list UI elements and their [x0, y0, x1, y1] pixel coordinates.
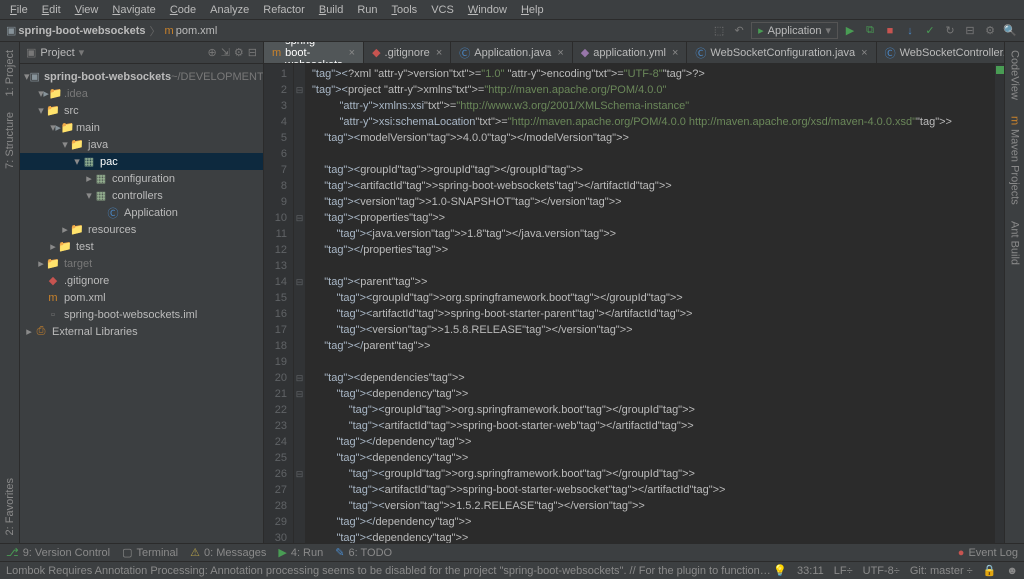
history-icon[interactable]: ↻ — [942, 23, 958, 39]
project-structure-icon[interactable]: ⬚ — [711, 23, 727, 39]
menubar: FileEditViewNavigateCodeAnalyzeRefactorB… — [0, 0, 1024, 20]
target-icon[interactable]: ⊕ — [207, 46, 216, 59]
close-icon[interactable]: × — [557, 47, 563, 59]
hector-icon[interactable]: ☻ — [1006, 565, 1018, 577]
run-icon[interactable]: ▶ — [842, 23, 858, 39]
tree-item-main[interactable]: ▾▸📁main — [20, 119, 263, 136]
close-icon[interactable]: × — [436, 47, 442, 59]
menu-refactor[interactable]: Refactor — [257, 2, 311, 18]
breadcrumb-project: spring-boot-websockets — [18, 25, 145, 37]
close-icon[interactable]: × — [861, 47, 867, 59]
breadcrumb-file: pom.xml — [176, 25, 218, 37]
collapse-icon[interactable]: ⇲ — [221, 46, 230, 59]
tree-item-controllers[interactable]: ▾▦controllers — [20, 187, 263, 204]
tab-.gitignore[interactable]: ◆.gitignore× — [364, 42, 451, 63]
tree-item-spring-boot-websockets.iml[interactable]: ▫spring-boot-websockets.iml — [20, 306, 263, 323]
hide-icon[interactable]: ⊟ — [248, 46, 257, 59]
tree-item-pom.xml[interactable]: mpom.xml — [20, 289, 263, 306]
tab-spring-boot-websockets[interactable]: mspring-boot-websockets× — [264, 42, 364, 63]
tree-item-java[interactable]: ▾📁java — [20, 136, 263, 153]
tw-todo[interactable]: ✎6: TODO — [335, 546, 392, 559]
right-gutter: CodeView mMaven Projects Ant Build — [1004, 42, 1024, 543]
lock-icon[interactable]: 🔒 — [983, 564, 997, 577]
tw-terminal[interactable]: ▢Terminal — [122, 546, 178, 559]
tool-favorites[interactable]: 2: Favorites — [4, 474, 16, 539]
tree-external-libs[interactable]: ▸⎙External Libraries — [20, 323, 263, 340]
menu-run[interactable]: Run — [351, 2, 383, 18]
tree-item-resources[interactable]: ▸📁resources — [20, 221, 263, 238]
tab-Application.java[interactable]: ⒸApplication.java× — [451, 42, 573, 63]
menu-edit[interactable]: Edit — [36, 2, 67, 18]
vcs-commit-icon[interactable]: ✓ — [922, 23, 938, 39]
tab-application.yml[interactable]: ◆application.yml× — [573, 42, 688, 63]
menu-file[interactable]: File — [4, 2, 34, 18]
tree-item-test[interactable]: ▸📁test — [20, 238, 263, 255]
side-title: Project — [40, 47, 74, 59]
tool-windows-bar: ⎇9: Version Control ▢Terminal ⚠0: Messag… — [0, 543, 1024, 561]
settings-icon[interactable]: ⚙ — [982, 23, 998, 39]
stop-icon[interactable]: ■ — [882, 23, 898, 39]
tool-ant[interactable]: Ant Build — [1009, 217, 1021, 269]
tree-item-configuration[interactable]: ▸▦configuration — [20, 170, 263, 187]
tree-item-src[interactable]: ▾📁src — [20, 102, 263, 119]
encoding[interactable]: UTF-8÷ — [863, 565, 900, 577]
tip-icon[interactable]: 💡 — [773, 564, 787, 577]
inspection-ok-icon — [996, 66, 1004, 74]
editor-tabs: mspring-boot-websockets×◆.gitignore×ⒸApp… — [264, 42, 1004, 64]
project-tree[interactable]: ▾▣spring-boot-websockets ~/DEVELOPMENT/P… — [20, 64, 263, 543]
tab-WebSocketController.java[interactable]: ⒸWebSocketController.java× — [877, 42, 1004, 63]
tree-item-.gitignore[interactable]: ◆.gitignore — [20, 272, 263, 289]
tool-maven[interactable]: mMaven Projects — [1009, 112, 1021, 209]
tool-structure[interactable]: 7: Structure — [4, 108, 16, 173]
run-config-label: Application — [768, 25, 822, 37]
git-branch[interactable]: Git: master ÷ — [910, 565, 973, 577]
menu-tools[interactable]: Tools — [386, 2, 424, 18]
close-icon[interactable]: × — [349, 47, 355, 59]
menu-build[interactable]: Build — [313, 2, 349, 18]
project-sidebar: ▣ Project ▾ ⊕ ⇲ ⚙ ⊟ ▾▣spring-boot-websoc… — [20, 42, 264, 543]
tw-vcs[interactable]: ⎇9: Version Control — [6, 546, 110, 559]
chevron-down-icon[interactable]: ▾ — [79, 46, 85, 59]
tw-eventlog[interactable]: ●Event Log — [958, 547, 1018, 559]
line-numbers: 1234567891011121314151617181920212223242… — [264, 64, 294, 543]
tree-root[interactable]: ▾▣spring-boot-websockets ~/DEVELOPMENT/P… — [20, 68, 263, 85]
menu-code[interactable]: Code — [164, 2, 202, 18]
line-ending[interactable]: LF÷ — [834, 565, 853, 577]
tab-WebSocketConfiguration.java[interactable]: ⒸWebSocketConfiguration.java× — [687, 42, 876, 63]
menu-analyze[interactable]: Analyze — [204, 2, 255, 18]
tw-run[interactable]: ▶4: Run — [278, 546, 323, 559]
code[interactable]: "tag"><?xml "attr-y">version"txt">="1.0"… — [306, 64, 994, 543]
revert-icon[interactable]: ⊟ — [962, 23, 978, 39]
tw-messages[interactable]: ⚠0: Messages — [190, 546, 266, 559]
tree-item-target[interactable]: ▸📁target — [20, 255, 263, 272]
search-everywhere-icon[interactable]: 🔍 — [1002, 23, 1018, 39]
left-gutter: 1: Project 7: Structure 2: Favorites — [0, 42, 20, 543]
menu-vcs[interactable]: VCS — [425, 2, 460, 18]
debug-icon[interactable]: ⧉ — [862, 23, 878, 39]
menu-help[interactable]: Help — [515, 2, 550, 18]
tree-item-Application[interactable]: ⒸApplication — [20, 204, 263, 221]
menu-view[interactable]: View — [69, 2, 105, 18]
navigation-bar: ▣ spring-boot-websockets 〉 m pom.xml ⬚ ↶… — [0, 20, 1024, 42]
tree-item-.idea[interactable]: ▾▸📁.idea — [20, 85, 263, 102]
tool-project[interactable]: 1: Project — [4, 46, 16, 100]
run-config-selector[interactable]: ▸Application▾ — [751, 22, 838, 39]
status-message[interactable]: Lombok Requires Annotation Processing: A… — [6, 565, 773, 577]
nav-prev-icon[interactable]: ↶ — [731, 23, 747, 39]
vcs-update-icon[interactable]: ↓ — [902, 23, 918, 39]
close-icon[interactable]: × — [672, 47, 678, 59]
gear-icon[interactable]: ⚙ — [234, 46, 244, 59]
breadcrumb[interactable]: ▣ spring-boot-websockets 〉 m pom.xml — [6, 23, 217, 39]
menu-navigate[interactable]: Navigate — [106, 2, 161, 18]
tool-codeview[interactable]: CodeView — [1009, 46, 1021, 104]
side-view-icon[interactable]: ▣ — [26, 46, 36, 59]
error-stripe[interactable] — [994, 64, 1004, 543]
status-bar: Lombok Requires Annotation Processing: A… — [0, 561, 1024, 579]
menu-window[interactable]: Window — [462, 2, 513, 18]
editor: mspring-boot-websockets×◆.gitignore×ⒸApp… — [264, 42, 1004, 543]
caret-position[interactable]: 33:11 — [797, 565, 824, 577]
fold-gutter[interactable]: ⊟⊟⊟⊟⊟⊟ — [294, 64, 306, 543]
tree-item-pac[interactable]: ▾▦pac — [20, 153, 263, 170]
